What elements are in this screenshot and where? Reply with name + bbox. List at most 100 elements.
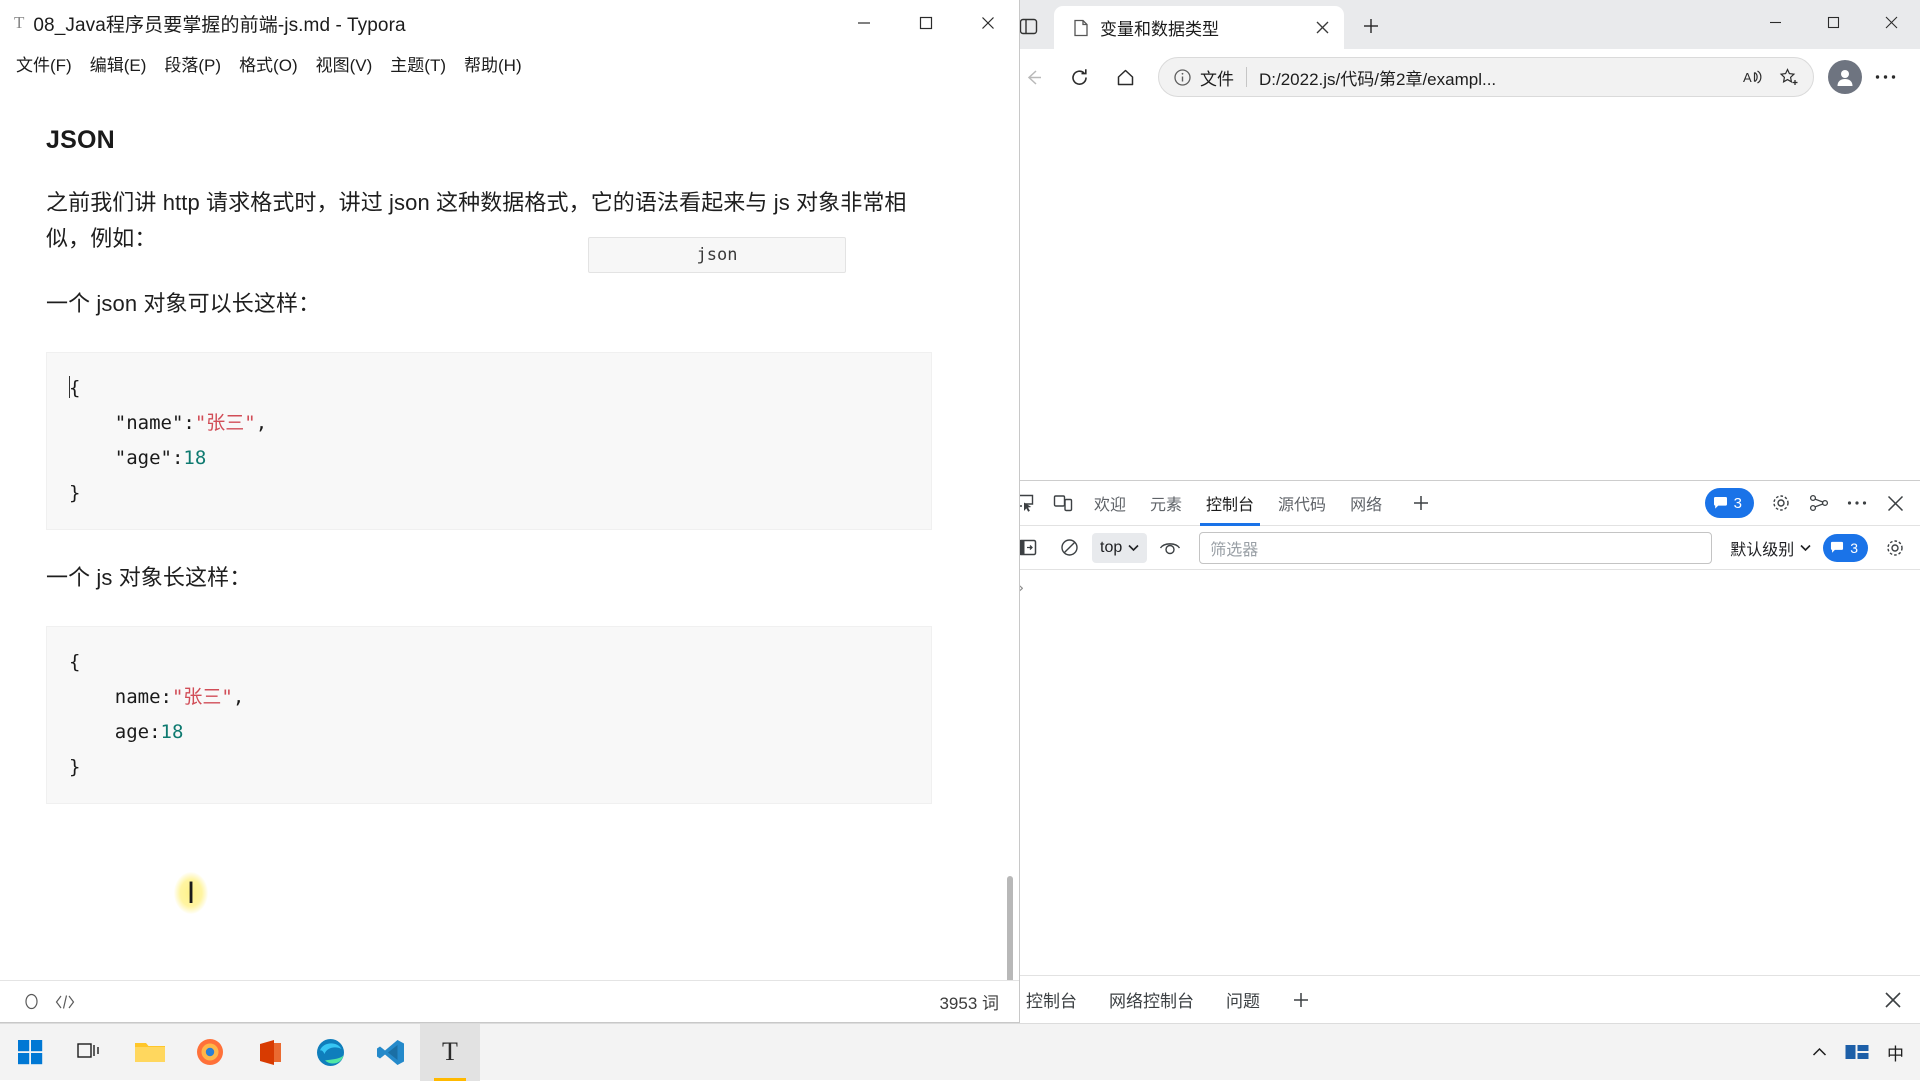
gear-icon[interactable] — [1762, 485, 1800, 521]
code-line: "age":18 — [47, 441, 931, 476]
profile-avatar-icon[interactable] — [1828, 60, 1862, 94]
edge-minimize-button[interactable] — [1746, 0, 1804, 45]
console-toolbar: top 筛选器 默认级别 3 — [1000, 526, 1920, 570]
refresh-icon[interactable] — [1058, 56, 1100, 98]
tab-network[interactable]: 网络 — [1338, 481, 1394, 526]
chevron-down-icon — [1128, 544, 1139, 552]
tab-console[interactable]: 控制台 — [1194, 481, 1266, 526]
typora-window-title: 08_Java程序员要掌握的前端-js.md - Typora — [33, 10, 405, 37]
typora-titlebar: T 08_Java程序员要掌握的前端-js.md - Typora — [0, 0, 1019, 46]
console-prompt-row[interactable]: › — [1000, 570, 1920, 597]
address-url-text[interactable]: D:/2022.js/代码/第2章/exampl... — [1259, 65, 1735, 90]
drawer-tab-issues[interactable]: 问题 — [1210, 976, 1276, 1024]
console-filter-input[interactable]: 筛选器 — [1199, 532, 1712, 564]
drawer-add-tab-icon[interactable] — [1282, 982, 1320, 1018]
menu-file[interactable]: 文件(F) — [8, 48, 80, 79]
tab-elements[interactable]: 元素 — [1138, 481, 1194, 526]
tab-welcome[interactable]: 欢迎 — [1082, 481, 1138, 526]
edge-toolbar: 文件 D:/2022.js/代码/第2章/exampl... A — [1000, 49, 1920, 105]
typora-window: T 08_Java程序员要掌握的前端-js.md - Typora 文件(F) … — [0, 0, 1020, 1023]
page-title: JSON — [46, 126, 959, 155]
chevron-up-icon[interactable] — [1804, 1024, 1835, 1081]
devtools-close-icon[interactable] — [1876, 485, 1914, 521]
issues-badge[interactable]: 3 — [1705, 488, 1754, 518]
code-block-js[interactable]: { name:"张三", age:18 } — [46, 626, 932, 804]
menu-view[interactable]: 视图(V) — [308, 48, 381, 79]
address-scheme-label: 文件 — [1200, 65, 1234, 90]
read-aloud-icon[interactable]: A — [1735, 60, 1771, 94]
code-block-json[interactable]: { "name":"张三", "age":18 } — [46, 352, 932, 530]
svg-text:A: A — [1743, 70, 1752, 85]
typora-close-button[interactable] — [957, 0, 1019, 46]
close-icon[interactable] — [1308, 14, 1336, 42]
typora-minimize-button[interactable] — [833, 0, 895, 46]
address-bar[interactable]: 文件 D:/2022.js/代码/第2章/exampl... A — [1158, 57, 1814, 97]
edge-close-button[interactable] — [1862, 0, 1920, 45]
console-context-selector[interactable]: top — [1092, 533, 1147, 563]
code-brackets-icon[interactable] — [48, 993, 82, 1011]
taskbar-office[interactable] — [240, 1024, 300, 1081]
devtools-tab-bar: 欢迎 元素 控制台 源代码 网络 3 — [1000, 481, 1920, 526]
drawer-close-icon[interactable] — [1874, 982, 1912, 1018]
plus-icon[interactable] — [1402, 485, 1440, 521]
device-toolbar-icon[interactable] — [1044, 485, 1082, 521]
more-ellipsis-icon[interactable] — [1864, 56, 1906, 98]
menu-help[interactable]: 帮助(H) — [456, 48, 530, 79]
document-paragraph-3: 一个 js 对象长这样： — [46, 560, 946, 596]
menu-theme[interactable]: 主题(T) — [382, 48, 454, 79]
console-settings-gear-icon[interactable] — [1876, 530, 1914, 566]
taskbar-file-explorer[interactable] — [120, 1024, 180, 1081]
devtools-customize-icon[interactable] — [1800, 485, 1838, 521]
circle-icon[interactable] — [14, 993, 48, 1010]
star-add-icon[interactable] — [1771, 60, 1807, 94]
typora-scrollbar-thumb[interactable] — [1007, 876, 1013, 980]
drawer-tab-console[interactable]: 控制台 — [1010, 976, 1093, 1024]
system-tray: 中 — [1804, 1024, 1920, 1081]
edge-tab-strip: 变量和数据类型 — [1000, 0, 1920, 49]
typora-editor-area[interactable]: JSON 之前我们讲 http 请求格式时，讲过 json 这种数据格式，它的语… — [0, 80, 1019, 980]
devtools-drawer-tabs: 控制台 网络控制台 问题 — [1000, 975, 1920, 1023]
taskbar-edge[interactable] — [300, 1024, 360, 1081]
ime-grid-icon[interactable] — [1837, 1024, 1877, 1081]
console-issues-count: 3 — [1850, 540, 1858, 556]
typora-window-controls — [833, 0, 1019, 46]
tab-sources[interactable]: 源代码 — [1266, 481, 1338, 526]
new-tab-button[interactable] — [1352, 7, 1390, 45]
menu-format[interactable]: 格式(O) — [231, 48, 306, 79]
code-line: "name":"张三", — [47, 406, 931, 441]
typora-document[interactable]: JSON 之前我们讲 http 请求格式时，讲过 json 这种数据格式，它的语… — [0, 80, 1019, 980]
windows-taskbar: T 中 — [0, 1023, 1920, 1080]
code-line: name:"张三", — [47, 680, 931, 715]
console-level-selector[interactable]: 默认级别 — [1722, 533, 1819, 563]
code-line: } — [47, 750, 931, 785]
clear-console-icon[interactable] — [1050, 530, 1088, 566]
console-issues-badge[interactable]: 3 — [1823, 534, 1868, 562]
task-view-icon[interactable] — [60, 1024, 120, 1081]
page-icon — [1070, 19, 1092, 37]
console-output-area[interactable]: › — [1000, 570, 1920, 975]
browser-page-viewport[interactable]: 欢迎 元素 控制台 源代码 网络 3 — [1000, 105, 1920, 1023]
more-ellipsis-icon[interactable] — [1838, 485, 1876, 521]
code-line: age:18 — [47, 715, 931, 750]
code-language-selector[interactable]: json — [588, 237, 846, 273]
drawer-tab-network-console[interactable]: 网络控制台 — [1093, 976, 1210, 1024]
devtools-tabbar-actions: 3 — [1705, 485, 1920, 521]
address-separator — [1246, 67, 1247, 87]
typora-maximize-button[interactable] — [895, 0, 957, 46]
taskbar-vscode[interactable] — [360, 1024, 420, 1081]
word-count-label[interactable]: 3953 词 — [939, 989, 999, 1014]
edge-window-controls — [1746, 0, 1920, 45]
windows-start-icon[interactable] — [0, 1024, 60, 1081]
edge-maximize-button[interactable] — [1804, 0, 1862, 45]
typora-scrollbar-track[interactable] — [1005, 80, 1017, 980]
home-icon[interactable] — [1104, 56, 1146, 98]
browser-tab[interactable]: 变量和数据类型 — [1054, 6, 1344, 49]
menu-edit[interactable]: 编辑(E) — [82, 48, 155, 79]
info-circle-icon[interactable] — [1173, 68, 1192, 87]
ime-mode-label[interactable]: 中 — [1879, 1024, 1912, 1081]
menu-paragraph[interactable]: 段落(P) — [156, 48, 229, 79]
code-line: } — [47, 476, 931, 511]
taskbar-typora[interactable]: T — [420, 1024, 480, 1081]
taskbar-firefox[interactable] — [180, 1024, 240, 1081]
live-expression-icon[interactable] — [1151, 530, 1189, 566]
